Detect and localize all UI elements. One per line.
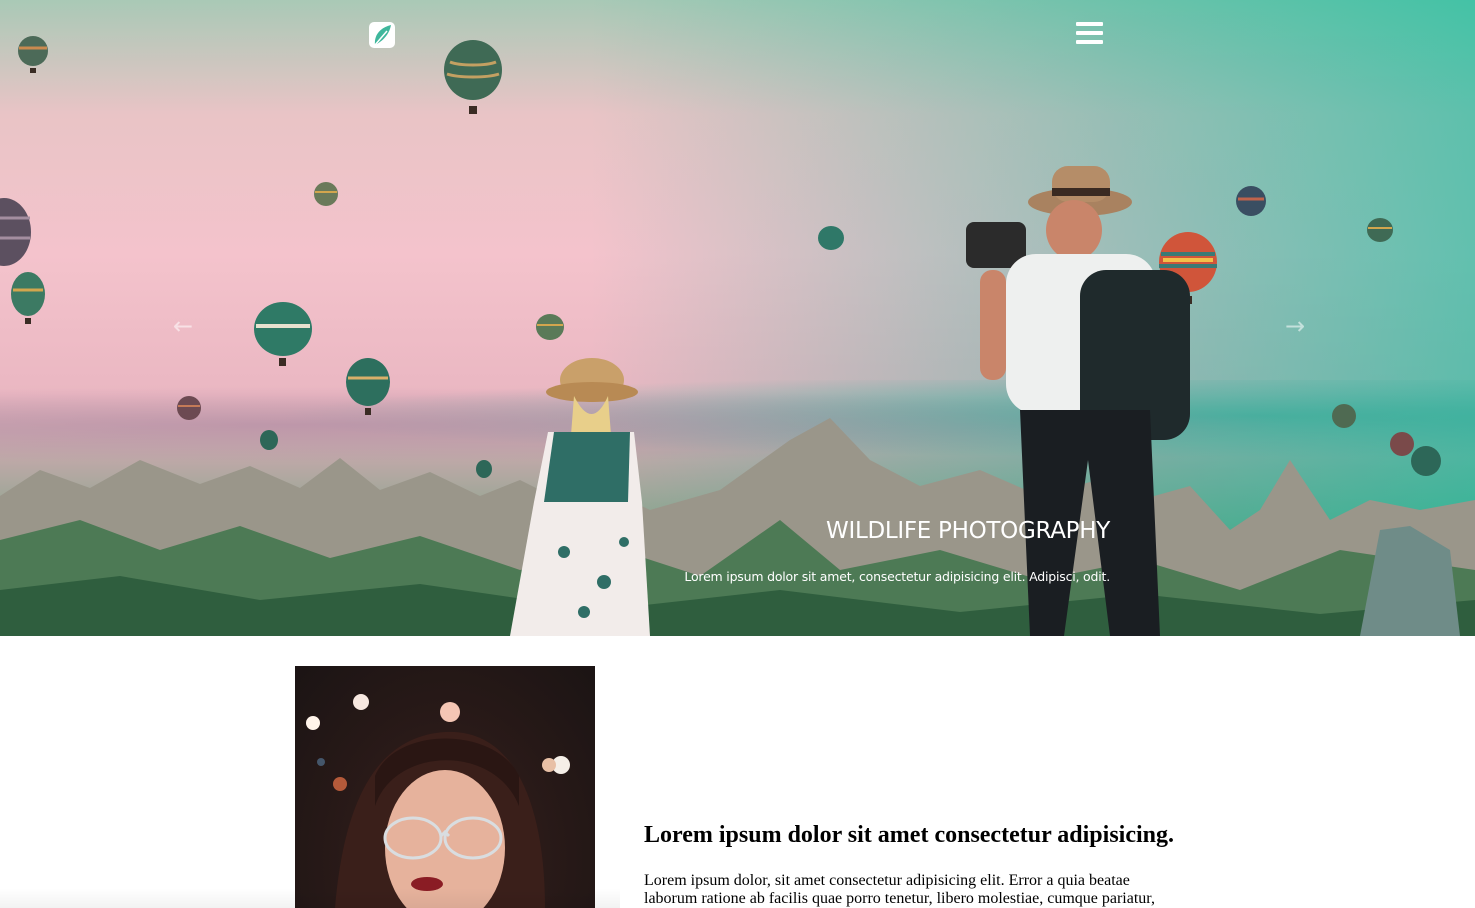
slide-title: WILDLIFE PHOTOGRAPHY: [826, 518, 1110, 544]
balloon-illustration: [444, 40, 502, 114]
leaf-logo-icon[interactable]: [369, 22, 395, 48]
balloon-illustration: [0, 198, 31, 266]
portrait-illustration: [306, 694, 570, 908]
menu-bar: [1076, 40, 1103, 44]
balloon-illustration: [1367, 218, 1393, 242]
hero-slider: ← → WILDLIFE PHOTOGRAPHY Lorem ipsum dol…: [0, 0, 1475, 636]
balloon-illustration: [536, 314, 564, 340]
slide-subtitle: Lorem ipsum dolor sit amet, consectetur …: [684, 569, 1110, 584]
rock-formations-illustration: [0, 418, 1475, 636]
balloon-illustration: [18, 36, 48, 73]
hamburger-menu-icon[interactable]: [1076, 22, 1103, 48]
photographer-figure-illustration: [966, 166, 1190, 636]
content-heading: Lorem ipsum dolor sit amet consectetur a…: [644, 822, 1174, 848]
woman-figure-illustration: [510, 358, 650, 636]
portrait-photo: [295, 666, 595, 908]
balloon-illustration: [314, 182, 338, 206]
menu-bar: [1076, 22, 1103, 26]
arrow-left-icon[interactable]: ←: [171, 312, 195, 340]
balloon-illustration: [818, 226, 844, 250]
balloon-illustration: [1236, 186, 1266, 216]
menu-bar: [1076, 31, 1103, 35]
balloon-illustration: [11, 272, 45, 324]
balloon-illustration: [254, 302, 312, 366]
content-paragraph: Lorem ipsum dolor, sit amet consectetur …: [644, 872, 1155, 907]
arrow-right-icon[interactable]: →: [1283, 312, 1307, 340]
